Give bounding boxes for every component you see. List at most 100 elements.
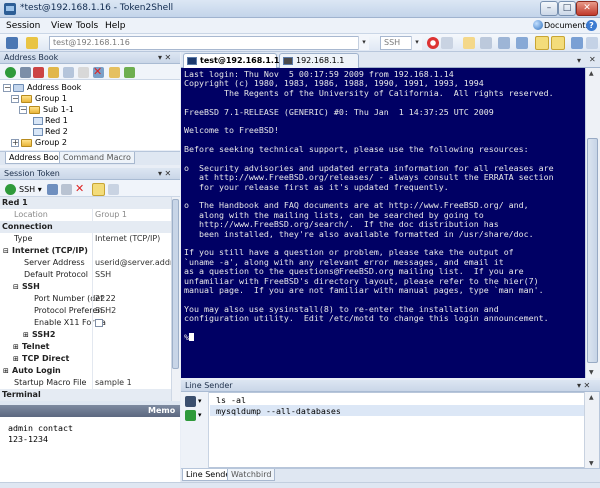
scroll-down-icon[interactable]: ▼: [589, 369, 594, 376]
categorized-icon[interactable]: [92, 183, 105, 196]
expand-icon[interactable]: ⊞: [13, 343, 19, 351]
dropdown-icon[interactable]: ▾: [198, 411, 202, 419]
address-combo[interactable]: test@192.168.1.16: [49, 36, 369, 50]
tree-red-2[interactable]: Red 2: [45, 127, 68, 136]
line-sender-scrollbar[interactable]: [584, 392, 599, 468]
tile-icon[interactable]: [571, 37, 583, 49]
property-row[interactable]: Protocol Preferen SSH2: [0, 305, 171, 317]
tree-red-1[interactable]: Red 1: [45, 116, 68, 125]
broadcast-icon[interactable]: [551, 36, 565, 50]
ssh-button[interactable]: SSH ▾: [19, 185, 42, 194]
scroll-up-icon[interactable]: ▲: [589, 394, 594, 401]
disconnect-icon[interactable]: [427, 37, 439, 49]
tree-group-2[interactable]: Group 2: [35, 138, 67, 147]
property-value[interactable]: SSH2: [95, 306, 116, 315]
expand-icon[interactable]: +: [11, 139, 19, 147]
menu-tools[interactable]: Tools: [76, 21, 98, 31]
menu-help[interactable]: Help: [105, 21, 126, 31]
undo-icon[interactable]: [61, 184, 72, 195]
help-icon[interactable]: ?: [586, 20, 597, 31]
x11-forwarding-checkbox[interactable]: [95, 319, 103, 327]
scroll-down-icon[interactable]: ▼: [589, 460, 594, 467]
property-value[interactable]: Internet (TCP/IP): [95, 234, 160, 243]
tree-group-1[interactable]: Group 1: [35, 94, 67, 103]
collapse-icon[interactable]: ⊟: [3, 247, 9, 255]
property-row[interactable]: Default Protocol SSH: [0, 269, 171, 281]
minimize-button[interactable]: –: [540, 1, 558, 16]
property-row[interactable]: Type Internet (TCP/IP): [0, 233, 171, 245]
close-tab-icon[interactable]: ✕: [589, 55, 596, 64]
terminal-screen[interactable]: Last login: Thu Nov 5 00:17:59 2009 from…: [181, 68, 585, 378]
line-sender-line[interactable]: ls -al: [216, 395, 246, 405]
tree-sub-1-1[interactable]: Sub 1-1: [43, 105, 74, 114]
log-icon[interactable]: [463, 37, 475, 49]
property-row[interactable]: ⊟ SSH: [0, 281, 171, 293]
delete-icon[interactable]: ✕: [93, 65, 102, 78]
tab-address-book[interactable]: Address Book: [5, 152, 68, 164]
property-row[interactable]: ⊞ Auto Login: [0, 365, 171, 377]
send-all-icon[interactable]: [185, 410, 196, 421]
import-icon[interactable]: [109, 67, 120, 78]
property-value[interactable]: 22: [95, 294, 105, 303]
expand-icon[interactable]: ⊞: [13, 355, 19, 363]
monitor-icon[interactable]: [516, 37, 528, 49]
collapse-icon[interactable]: −: [11, 95, 19, 103]
tab-command-macro[interactable]: Command Macro: [59, 152, 135, 164]
close-window-button[interactable]: ✕: [576, 1, 598, 16]
dropdown-icon[interactable]: ▾: [198, 397, 202, 405]
delete-icon[interactable]: ✕: [75, 182, 84, 195]
property-row[interactable]: ⊞ TCP Direct: [0, 353, 171, 365]
send-line-icon[interactable]: [185, 396, 196, 407]
save-icon[interactable]: [47, 184, 58, 195]
play-icon[interactable]: [5, 184, 16, 195]
tab-list-icon[interactable]: ▾: [577, 56, 581, 65]
tree-root[interactable]: Address Book: [27, 83, 81, 92]
property-value[interactable]: sample 1: [95, 378, 132, 387]
property-row[interactable]: Enable X11 Forwa: [0, 317, 171, 329]
expand-icon[interactable]: ⊞: [3, 367, 9, 375]
line-sender-controls[interactable]: ▾ ✕: [577, 381, 590, 390]
protocol-dropdown-icon[interactable]: ▾: [411, 36, 422, 50]
new-folder-icon[interactable]: [48, 67, 59, 78]
property-row[interactable]: ⊟ Internet (TCP/IP): [0, 245, 171, 257]
scroll-up-icon[interactable]: ▲: [589, 70, 594, 77]
fullscreen-icon[interactable]: [586, 37, 598, 49]
terminal-tab[interactable]: 192.168.1.1: [279, 53, 359, 68]
collapse-icon[interactable]: ⊟: [13, 283, 19, 291]
collapse-icon[interactable]: −: [19, 106, 27, 114]
address-book-controls[interactable]: ▾ ✕: [158, 53, 171, 62]
property-row[interactable]: Red 1: [0, 197, 171, 209]
sort-icon[interactable]: [108, 184, 119, 195]
property-row[interactable]: ⊞ SSH2: [0, 329, 171, 341]
property-row[interactable]: Terminal: [0, 389, 171, 401]
eye-icon[interactable]: [33, 67, 44, 78]
line-sender-line[interactable]: mysqldump --all-databases: [216, 406, 341, 416]
dropdown-icon[interactable]: [20, 67, 31, 78]
address-dropdown-icon[interactable]: ▾: [358, 36, 369, 50]
property-value[interactable]: SSH: [95, 270, 111, 279]
terminal-scroll-thumb[interactable]: [587, 138, 598, 363]
property-grid-scroll-thumb[interactable]: [172, 199, 179, 369]
play-icon[interactable]: [5, 67, 16, 78]
property-value[interactable]: Group 1: [95, 210, 127, 219]
layout-icon[interactable]: [498, 37, 510, 49]
user-icon[interactable]: [535, 36, 549, 50]
property-row[interactable]: Port Number (def 22 22: [0, 293, 171, 305]
tab-watchbird[interactable]: Watchbird: [227, 469, 276, 481]
new-host-icon[interactable]: [63, 67, 74, 78]
options-icon[interactable]: [441, 37, 453, 49]
edit-icon[interactable]: [26, 37, 38, 49]
settings-icon[interactable]: [480, 37, 492, 49]
property-row[interactable]: Location Group 1: [0, 209, 171, 221]
connect-icon[interactable]: [6, 37, 18, 49]
maximize-button[interactable]: □: [558, 1, 576, 16]
terminal-tab-active[interactable]: test@192.168.1.16: [183, 53, 285, 68]
copy-icon[interactable]: [78, 67, 89, 78]
property-row[interactable]: Connection: [0, 221, 171, 233]
menu-view[interactable]: View: [51, 21, 72, 31]
property-row[interactable]: ⊞ Telnet: [0, 341, 171, 353]
property-value[interactable]: userid@server.addr: [95, 258, 171, 267]
collapse-icon[interactable]: −: [3, 84, 11, 92]
property-row[interactable]: Server Address userid@server.addr: [0, 257, 171, 269]
session-token-controls[interactable]: ▾ ✕: [158, 169, 171, 178]
